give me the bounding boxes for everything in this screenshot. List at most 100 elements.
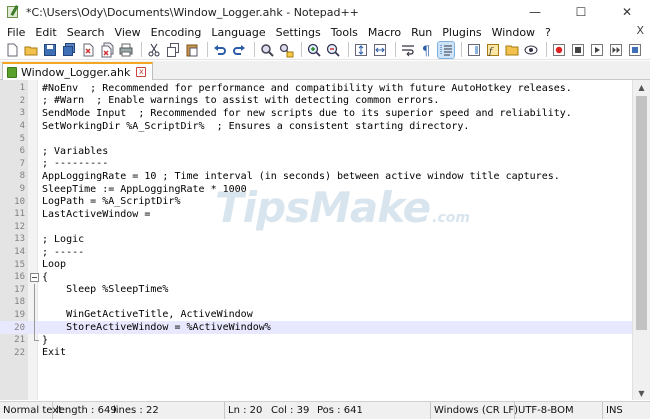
menu-run[interactable]: Run [406, 26, 437, 39]
code-line[interactable]: 11 LastActiveWindow = [0, 208, 632, 221]
code-text: ; --------- [42, 158, 109, 170]
maximize-button[interactable]: ☐ [558, 0, 604, 24]
code-line[interactable]: 22 Exit [0, 346, 632, 359]
sync-vertical-icon[interactable] [353, 42, 369, 58]
monitoring-icon[interactable] [523, 42, 539, 58]
code-line[interactable]: 2 ; #Warn ; Enable warnings to assist wit… [0, 95, 632, 108]
copy-icon[interactable] [165, 42, 181, 58]
toolbar-separator [207, 42, 208, 57]
fold-marker [28, 158, 40, 171]
code-line[interactable]: 20 StoreActiveWindow = %ActiveWindow% [0, 321, 632, 334]
status-eol[interactable]: Windows (CR LF) [431, 401, 518, 419]
code-line[interactable]: 10 LogPath = %A_ScriptDir% [0, 195, 632, 208]
svg-text:¶: ¶ [422, 44, 430, 58]
status-insert-mode[interactable]: INS [603, 402, 643, 419]
code-line[interactable]: 1 #NoEnv ; Recommended for performance an… [0, 82, 632, 95]
line-number: 14 [14, 247, 25, 258]
editor-area[interactable]: 1 #NoEnv ; Recommended for performance an… [0, 80, 650, 400]
code-line[interactable]: 14 ; ----- [0, 246, 632, 259]
close-file-icon[interactable] [80, 42, 96, 58]
menu-file[interactable]: File [2, 26, 30, 39]
code-line[interactable]: 6 ; Variables [0, 145, 632, 158]
line-number: 19 [14, 309, 25, 320]
scrollbar-thumb[interactable] [636, 96, 647, 330]
code-line[interactable]: 3 SendMode Input ; Recommended for new sc… [0, 107, 632, 120]
toolbar-separator [301, 42, 302, 57]
tab-window-logger[interactable]: Window_Logger.ahk x [2, 62, 154, 80]
word-wrap-icon[interactable] [400, 42, 416, 58]
minimize-button[interactable]: — [512, 0, 558, 24]
print-icon[interactable] [118, 42, 134, 58]
code-line[interactable]: 15 Loop [0, 258, 632, 271]
show-all-chars-icon[interactable]: ¶ [419, 42, 435, 58]
menu-tools[interactable]: Tools [326, 26, 363, 39]
close-document-button[interactable]: X [636, 24, 644, 37]
menu-plugins[interactable]: Plugins [437, 26, 486, 39]
code-line[interactable]: 8 AppLoggingRate = 10 ; Time interval (in… [0, 170, 632, 183]
save-macro-icon[interactable] [627, 42, 643, 58]
fold-toggle-icon[interactable] [28, 271, 40, 284]
code-line[interactable]: 4 SetWorkingDir %A_ScriptDir% ; Ensures a… [0, 120, 632, 133]
tab-label: Window_Logger.ahk [21, 65, 131, 79]
code-text: LogPath = %A_ScriptDir% [42, 196, 181, 208]
play-macro-icon[interactable] [589, 42, 605, 58]
code-line[interactable]: 16 { [0, 271, 632, 284]
line-number: 13 [14, 234, 25, 245]
replace-icon[interactable] [278, 42, 294, 58]
save-icon[interactable] [42, 42, 58, 58]
title-bar: *C:\Users\Ody\Documents\Window_Logger.ah… [0, 0, 650, 24]
scroll-down-button[interactable]: ▼ [633, 386, 650, 400]
zoom-in-icon[interactable] [306, 42, 322, 58]
find-icon[interactable] [259, 42, 275, 58]
code-text: SendMode Input ; Recommended for new scr… [42, 107, 572, 119]
cut-icon[interactable] [146, 42, 162, 58]
function-list-icon[interactable]: f [485, 42, 501, 58]
code-line[interactable]: 7 ; --------- [0, 158, 632, 171]
menu-help[interactable]: ? [540, 26, 556, 39]
line-number: 17 [14, 284, 25, 295]
paste-icon[interactable] [184, 42, 200, 58]
close-window-button[interactable]: ✕ [604, 0, 650, 24]
code-line[interactable]: 19 WinGetActiveTitle, ActiveWindow [0, 308, 632, 322]
menu-settings[interactable]: Settings [271, 26, 326, 39]
menu-macro[interactable]: Macro [363, 26, 406, 39]
menu-window[interactable]: Window [487, 26, 540, 39]
code-line[interactable]: 12 [0, 221, 632, 234]
fold-marker [28, 221, 40, 234]
code-line[interactable]: 5 [0, 132, 632, 145]
run-macro-multiple-icon[interactable] [608, 42, 624, 58]
undo-icon[interactable] [212, 42, 228, 58]
menu-search[interactable]: Search [62, 26, 110, 39]
redo-icon[interactable] [231, 42, 247, 58]
menu-edit[interactable]: Edit [30, 26, 61, 39]
save-all-icon[interactable] [61, 42, 77, 58]
code-line[interactable]: 17 Sleep %SleepTime% [0, 283, 632, 297]
open-file-icon[interactable] [23, 42, 39, 58]
vertical-scrollbar[interactable]: ▲ ▼ [632, 80, 650, 400]
line-number: 12 [14, 221, 25, 232]
menu-language[interactable]: Language [206, 26, 270, 39]
modified-file-icon [7, 66, 17, 78]
fold-marker [28, 258, 40, 271]
stop-macro-icon[interactable] [570, 42, 586, 58]
menu-encoding[interactable]: Encoding [146, 26, 207, 39]
line-number: 1 [19, 83, 25, 94]
code-line[interactable]: 18 [0, 296, 632, 309]
tab-close-icon[interactable]: x [136, 67, 147, 77]
sync-horizontal-icon[interactable] [372, 42, 388, 58]
code-line[interactable]: 13 ; Logic [0, 233, 632, 246]
close-all-icon[interactable] [99, 42, 115, 58]
scroll-up-button[interactable]: ▲ [633, 80, 650, 94]
new-file-icon[interactable] [4, 42, 20, 58]
code-text: SleepTime := AppLoggingRate * 1000 [42, 183, 247, 195]
status-encoding[interactable]: UTF-8-BOM [515, 401, 603, 419]
code-line[interactable]: 21} [0, 333, 632, 347]
doc-map-icon[interactable] [466, 42, 482, 58]
record-macro-icon[interactable] [551, 42, 567, 58]
fold-marker [28, 321, 40, 334]
folder-workspace-icon[interactable] [504, 42, 520, 58]
code-line[interactable]: 9 SleepTime := AppLoggingRate * 1000 [0, 183, 632, 196]
indent-guide-icon[interactable] [437, 40, 455, 59]
menu-view[interactable]: View [110, 26, 146, 39]
zoom-out-icon[interactable] [325, 42, 341, 58]
